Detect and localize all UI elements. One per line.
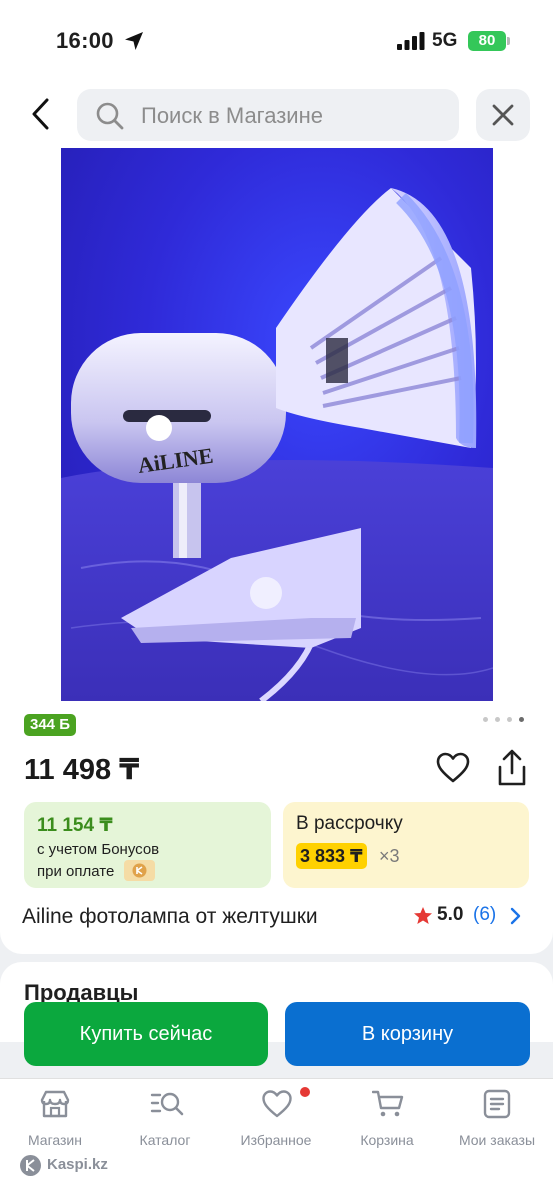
close-button[interactable] bbox=[476, 89, 530, 141]
search-placeholder: Поиск в Магазине bbox=[141, 103, 323, 128]
installment-label: В рассрочку bbox=[296, 813, 403, 834]
signal-icon bbox=[397, 32, 425, 50]
orders-icon bbox=[483, 1089, 511, 1119]
gallery-dot[interactable] bbox=[507, 717, 512, 722]
share-icon bbox=[498, 749, 526, 786]
product-photo-lamp: AiLINE bbox=[61, 148, 493, 701]
network-type: 5G bbox=[432, 30, 458, 51]
tab-bar: Магазин Каталог Избранное Корзина Мои за… bbox=[0, 1078, 553, 1200]
shop-icon bbox=[40, 1090, 70, 1118]
back-button[interactable] bbox=[24, 94, 60, 134]
brand-name: Kaspi.kz bbox=[47, 1156, 108, 1173]
kaspi-coin-icon bbox=[124, 860, 155, 881]
tab-shop[interactable]: Магазин bbox=[0, 1089, 110, 1153]
tab-label-catalog: Каталог bbox=[139, 1132, 191, 1148]
catalog-search-icon bbox=[150, 1092, 184, 1116]
share-button[interactable] bbox=[495, 748, 529, 788]
tab-catalog[interactable]: Каталог bbox=[110, 1089, 220, 1153]
bonus-offer-box[interactable]: 11 154 ₸ с учетом Бонусов при оплате bbox=[24, 802, 271, 888]
star-icon bbox=[414, 907, 432, 924]
tab-label-favorites: Избранное bbox=[240, 1132, 312, 1148]
tab-label-shop: Магазин bbox=[27, 1132, 82, 1148]
notification-dot bbox=[300, 1087, 310, 1097]
installment-box[interactable]: В рассрочку 3 833 ₸ ×3 bbox=[283, 802, 529, 888]
chevron-left-icon bbox=[32, 98, 49, 130]
gallery-dots bbox=[483, 717, 525, 723]
add-to-cart-button[interactable]: В корзину bbox=[285, 1002, 530, 1066]
status-time: 16:00 bbox=[56, 28, 114, 53]
reviews-count-link[interactable]: (6) bbox=[473, 904, 496, 926]
bonus-text-line1: с учетом Бонусов bbox=[37, 841, 160, 858]
bonus-price: 11 154 ₸ bbox=[37, 815, 113, 836]
bonus-text-line2: при оплате bbox=[37, 863, 115, 880]
battery-icon: 80 bbox=[468, 31, 506, 51]
rating-value: 5.0 bbox=[437, 904, 464, 925]
bonus-points-badge: 344 Б bbox=[24, 714, 76, 736]
gallery-dot[interactable] bbox=[483, 717, 488, 722]
tab-favorites[interactable]: Избранное bbox=[221, 1089, 331, 1153]
product-card: AiLINE 344 Б 11 498 ₸ 11 154 ₸ с учетом … bbox=[0, 148, 553, 954]
product-image[interactable]: AiLINE bbox=[61, 148, 493, 701]
battery-cap bbox=[507, 37, 510, 45]
tab-label-orders: Мои заказы bbox=[458, 1132, 536, 1148]
installment-price: 3 833 ₸ bbox=[296, 843, 367, 869]
product-title: Ailine фотолампа от желтушки bbox=[22, 905, 318, 928]
tab-orders[interactable]: Мои заказы bbox=[442, 1089, 552, 1153]
search-input[interactable]: Поиск в Магазине bbox=[77, 89, 459, 141]
status-bar: 16:00 5G 80 bbox=[0, 0, 553, 80]
tab-cart[interactable]: Корзина bbox=[332, 1089, 442, 1153]
location-arrow-icon bbox=[125, 32, 143, 50]
tab-label-cart: Корзина bbox=[360, 1132, 414, 1148]
search-header: Поиск в Магазине bbox=[0, 80, 553, 148]
heart-icon bbox=[262, 1090, 292, 1118]
gallery-dot[interactable] bbox=[519, 717, 524, 722]
kaspi-logo-icon bbox=[20, 1155, 41, 1176]
chevron-right-icon[interactable] bbox=[509, 907, 521, 925]
product-price: 11 498 ₸ bbox=[24, 754, 140, 786]
favorite-button[interactable] bbox=[436, 752, 470, 784]
cart-icon bbox=[372, 1090, 404, 1117]
gallery-dot[interactable] bbox=[495, 717, 500, 722]
close-icon bbox=[492, 104, 514, 126]
buy-now-button[interactable]: Купить сейчас bbox=[24, 1002, 268, 1066]
installment-multiplier: ×3 bbox=[379, 846, 400, 866]
search-icon bbox=[96, 102, 124, 130]
heart-icon bbox=[436, 752, 470, 783]
